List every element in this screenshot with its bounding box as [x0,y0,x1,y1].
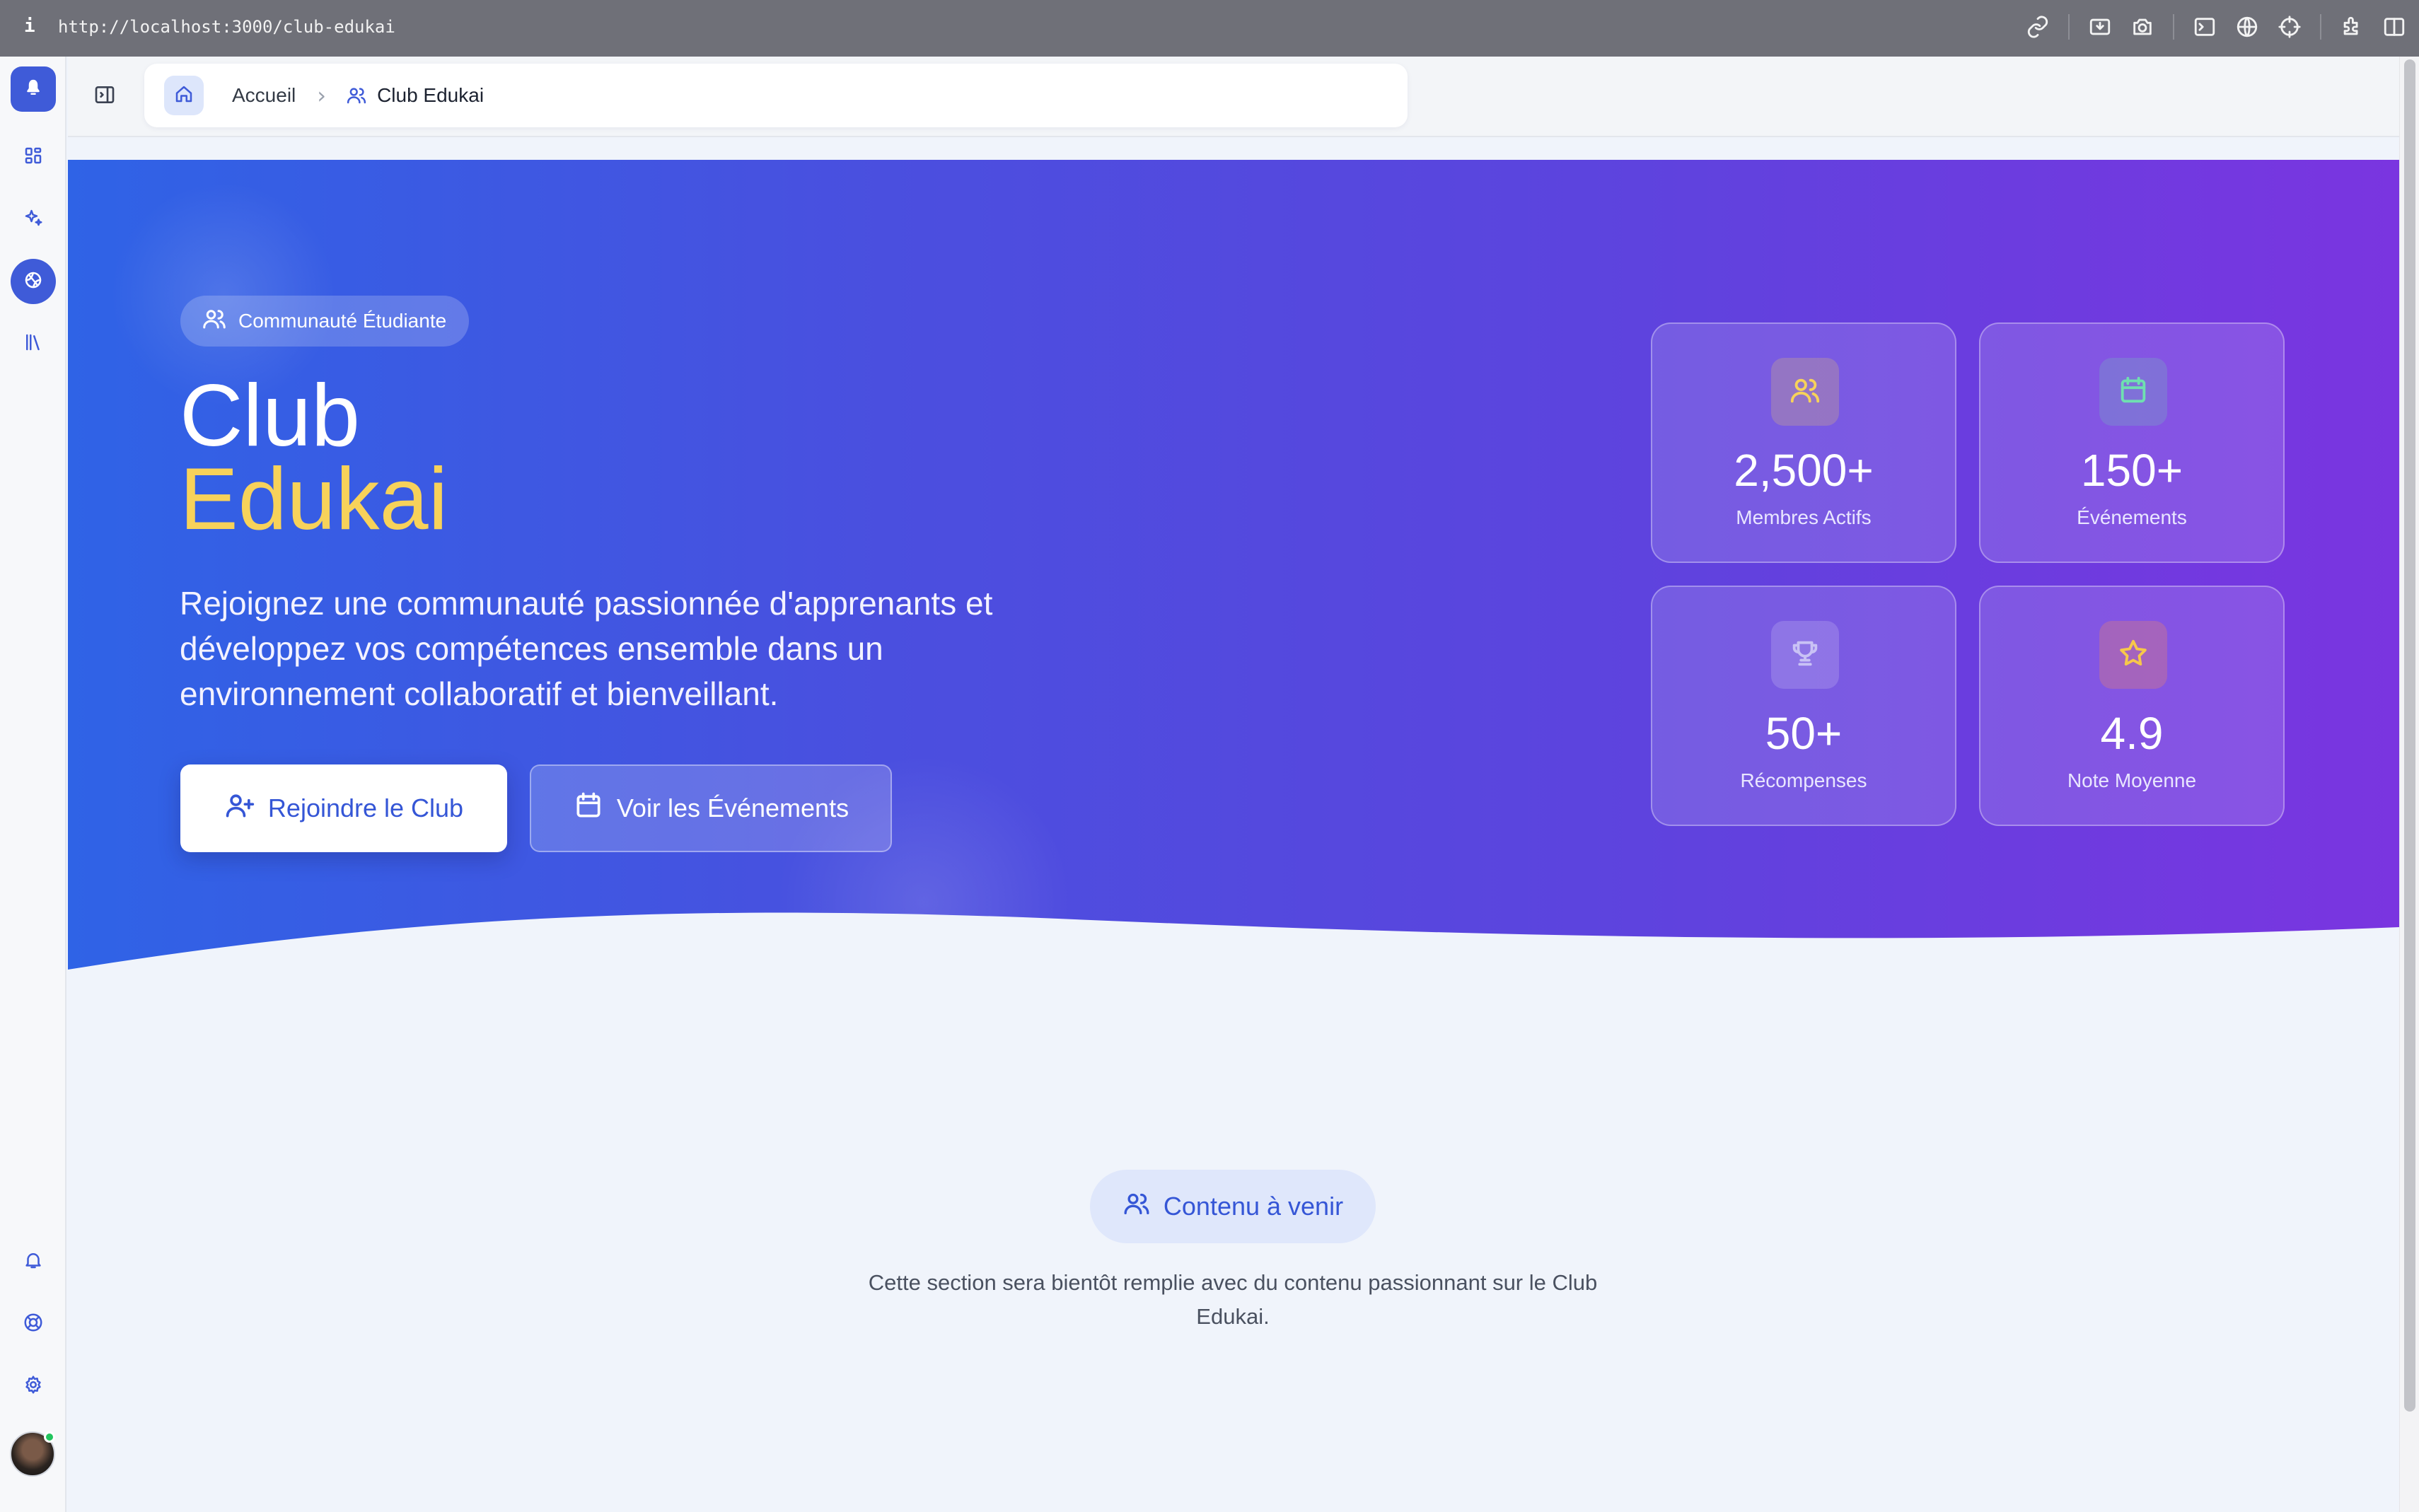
chevron-right-icon: › [317,82,327,109]
breadcrumb-home-link[interactable]: Accueil [232,84,296,107]
sidebar-toggle-button[interactable] [93,83,119,109]
users-icon [346,85,367,106]
stat-icon-chip [2099,358,2167,426]
hero-title-line2: Edukai [180,450,448,548]
section-description: Cette section sera bientôt remplie avec … [868,1270,1598,1329]
stat-label: Note Moyenne [2067,769,2197,791]
users-icon [1789,374,1821,409]
extensions-icon[interactable] [2340,15,2364,39]
community-badge-label: Communauté Étudiante [238,310,447,332]
settings-icon [23,1374,44,1398]
terminal-icon[interactable] [2193,15,2217,39]
stat-card-rewards: 50+ Récompenses [1651,586,1956,826]
user-plus-icon [224,790,255,827]
breadcrumb-current: Club Edukai [377,84,485,106]
sidebar [0,57,66,1512]
hero-description: Rejoignez une communauté passionnée d'ap… [180,585,993,712]
users-icon [1123,1190,1151,1224]
view-events-label: Voir les Événements [616,793,849,822]
help-icon [23,1312,44,1336]
trophy-icon [1789,637,1821,673]
club-icon [23,269,44,293]
stat-icon-chip [1771,621,1839,689]
panel-toggle-icon [93,86,116,109]
sidebar-item-settings[interactable] [11,1363,56,1409]
bell-icon [23,1250,44,1274]
sidebar-item-club[interactable] [11,259,56,304]
logo-icon [23,77,44,101]
stat-card-events: 150+ Événements [1979,322,2285,563]
crosshair-icon[interactable] [2278,15,2302,39]
stat-label: Membres Actifs [1736,506,1872,528]
view-events-button[interactable]: Voir les Événements [530,764,892,852]
users-icon [202,306,227,337]
app-logo-button[interactable] [11,66,56,112]
link-icon[interactable] [2026,15,2050,39]
stat-icon-chip [1771,358,1839,426]
hero-section: Communauté Étudiante Club Edukai Rejoign… [68,160,2399,991]
stat-value: 50+ [1765,708,1843,759]
address-bar[interactable]: http://localhost:3000/club-edukai [58,17,395,37]
home-button[interactable] [164,76,204,115]
toolbar-divider [2068,14,2070,40]
stat-value: 4.9 [2100,708,2164,759]
sparkles-icon [23,207,44,231]
sidebar-item-library[interactable] [11,321,56,366]
browser-toolbar: i http://localhost:3000/club-edukai [0,0,2419,57]
calendar-icon [573,790,604,827]
toolbar-divider [2320,14,2321,40]
sidebar-item-dashboard[interactable] [11,134,56,180]
coming-soon-pill: Contenu à venir [1090,1170,1376,1243]
stat-icon-chip [2099,621,2167,689]
stat-label: Événements [2077,506,2187,528]
camera-icon[interactable] [2130,15,2154,39]
library-icon [23,332,44,356]
sidebar-item-help[interactable] [11,1301,56,1347]
star-icon [2117,637,2150,673]
split-view-icon[interactable] [2382,15,2406,39]
info-icon[interactable]: i [24,16,35,37]
topbar: Accueil › Club Edukai [68,57,2399,137]
stat-value: 2,500+ [1734,445,1874,496]
install-icon[interactable] [2088,15,2112,39]
home-icon [173,83,195,107]
scrollbar-thumb[interactable] [2404,59,2415,1412]
join-club-button[interactable]: Rejoindre le Club [180,764,507,852]
stat-card-rating: 4.9 Note Moyenne [1979,586,2285,826]
join-club-label: Rejoindre le Club [267,793,464,822]
coming-soon-label: Contenu à venir [1163,1192,1344,1221]
sidebar-item-ai[interactable] [11,197,56,242]
dashboard-icon [23,145,44,169]
stat-label: Récompenses [1740,769,1867,791]
page-scrollbar[interactable] [2399,57,2419,1512]
browser-tools [2026,14,2406,40]
toolbar-divider [2173,14,2174,40]
hero-title-line1: Club [180,367,361,465]
breadcrumb: Accueil › Club Edukai [144,64,1408,127]
stat-value: 150+ [2080,445,2183,496]
avatar[interactable] [10,1431,55,1477]
globe-icon[interactable] [2235,15,2259,39]
hero-wave-divider [68,912,2399,991]
online-status-dot [44,1431,55,1443]
community-badge: Communauté Étudiante [180,296,470,347]
stat-card-members: 2,500+ Membres Actifs [1651,322,1956,563]
calendar-icon [2117,374,2150,409]
sidebar-item-notifications[interactable] [11,1239,56,1284]
